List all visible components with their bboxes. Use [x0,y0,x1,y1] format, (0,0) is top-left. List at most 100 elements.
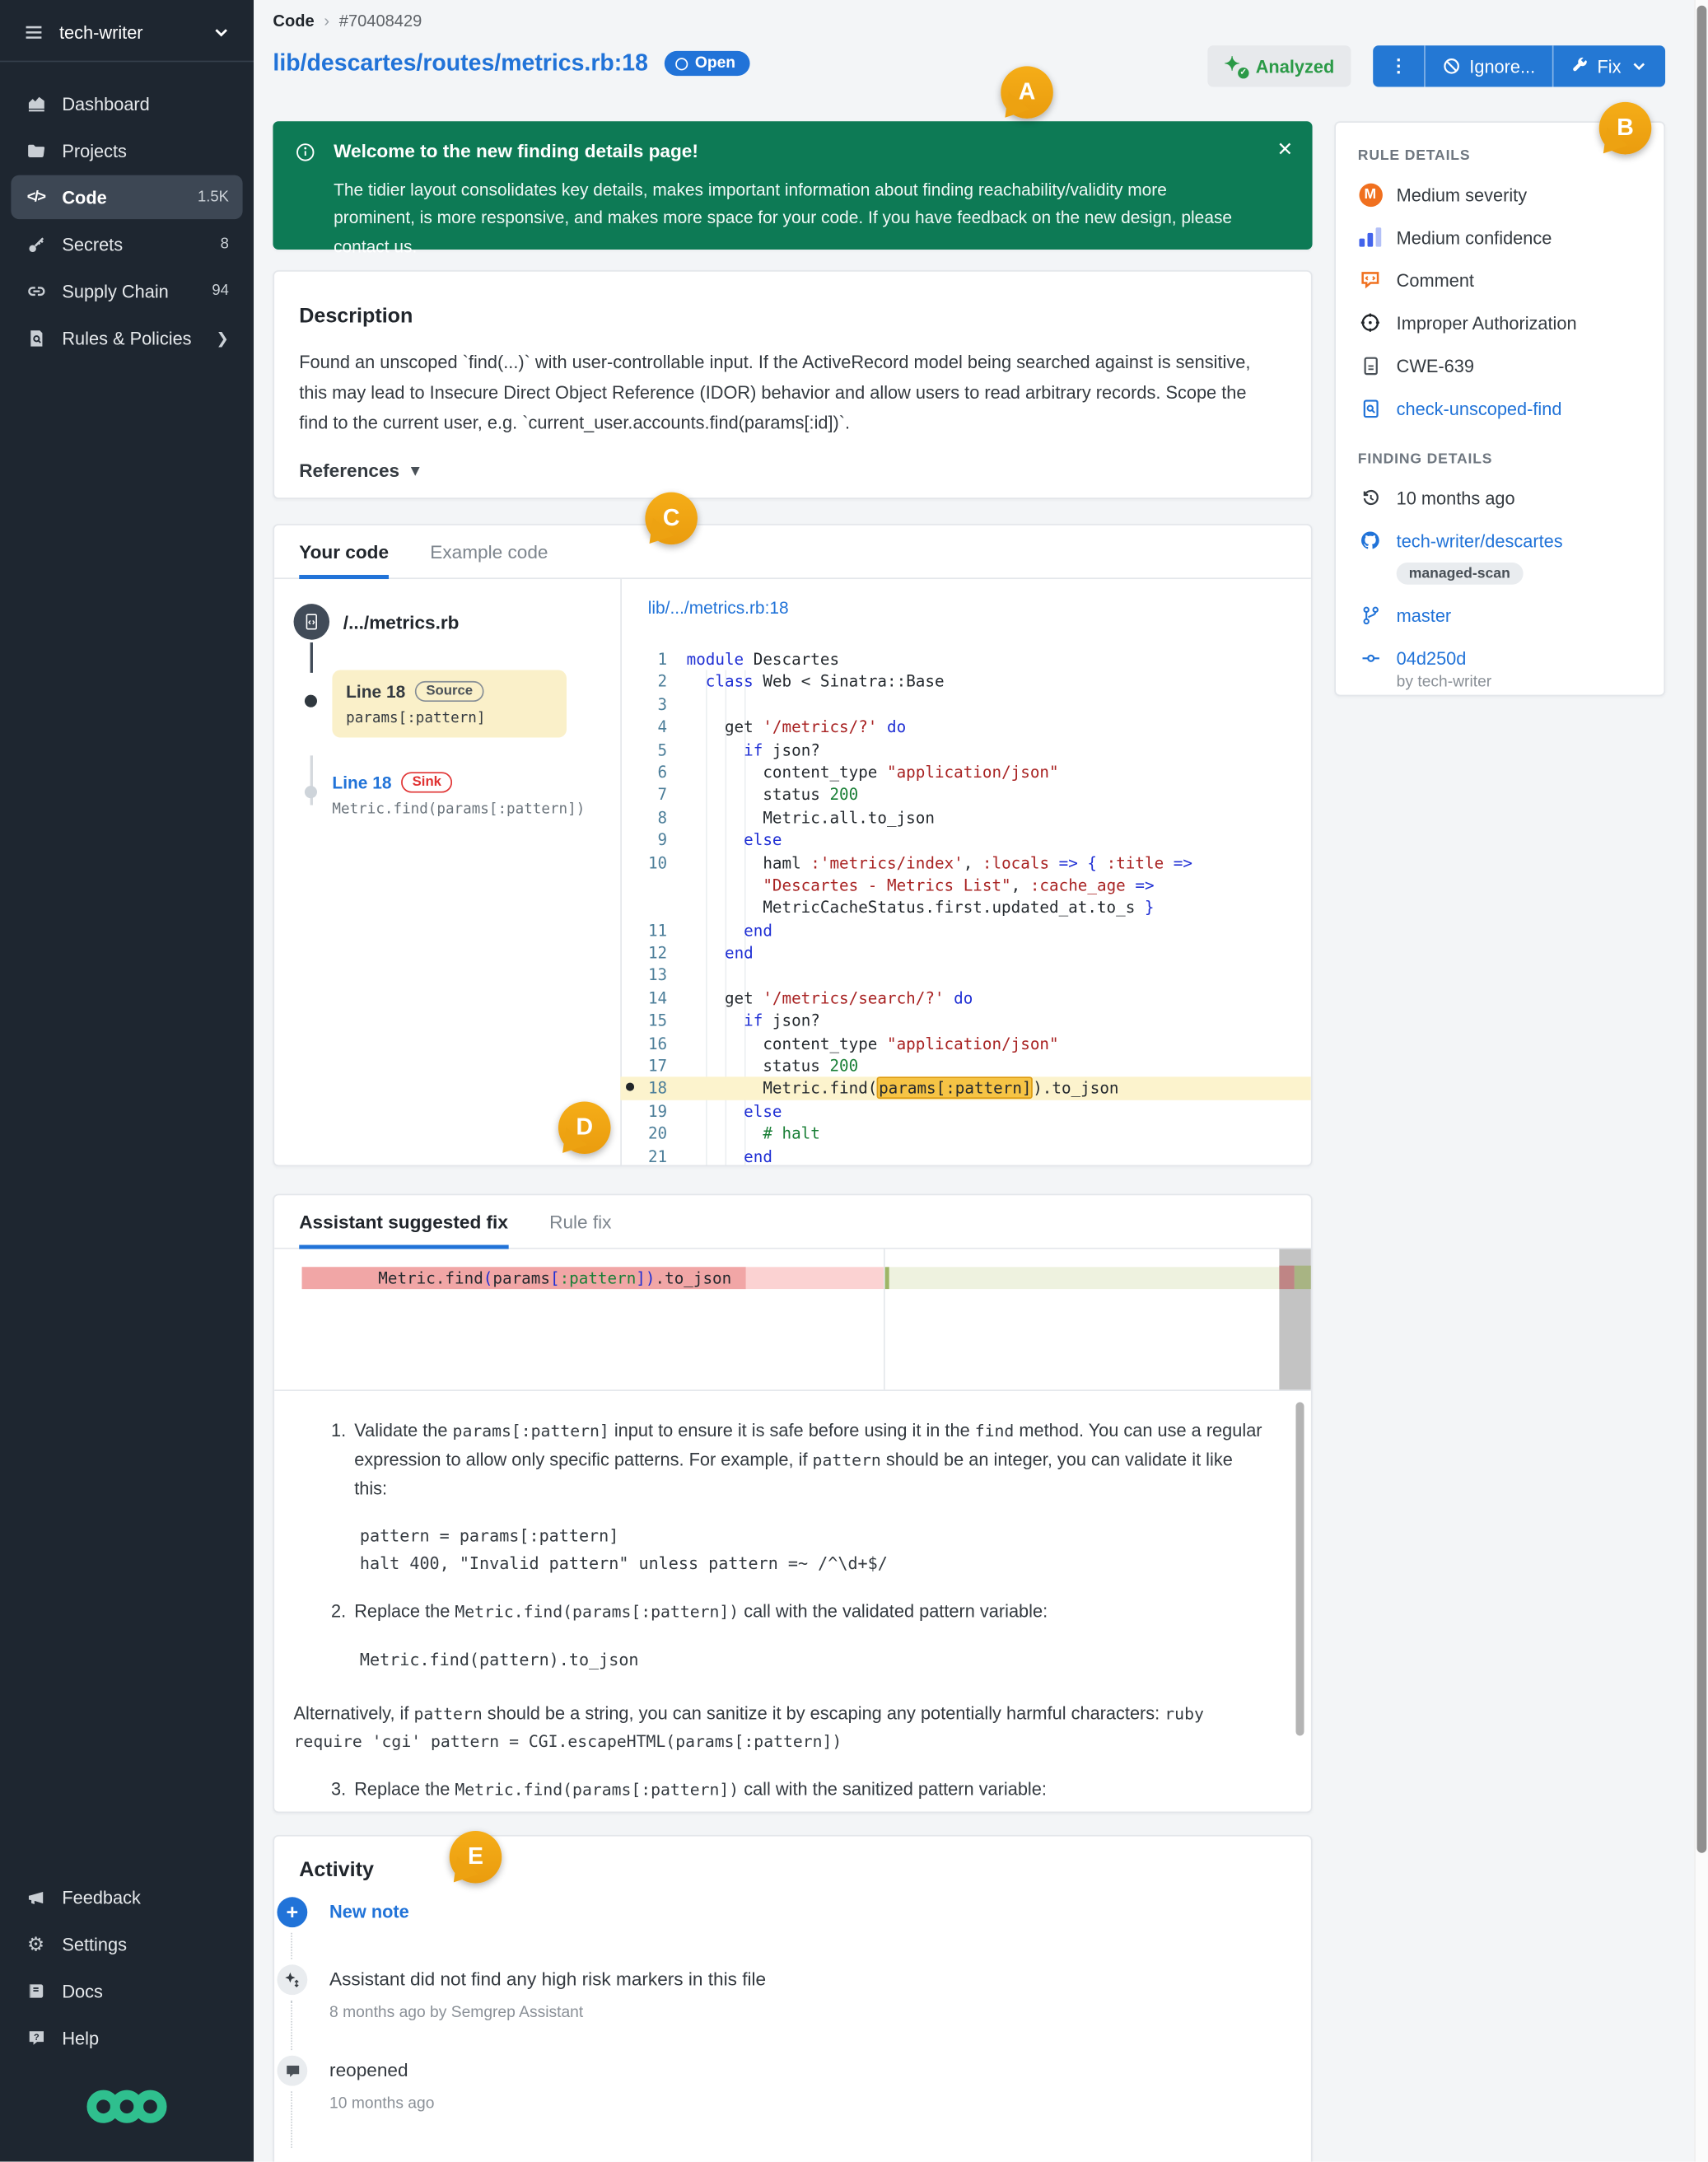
sidebar-item-label: Help [62,2027,99,2048]
code-line: 5 if json? [620,738,1311,760]
sidebar-item-label: Docs [62,1981,103,2001]
code-line: 6 content_type "application/json" [620,761,1311,783]
analyzed-button[interactable]: ✦✓ Analyzed [1207,45,1351,86]
code-line: 16 content_type "application/json" [620,1032,1311,1054]
breadcrumb-section[interactable]: Code [273,11,314,30]
sidebar-item-docs[interactable]: Docs [11,1968,242,2013]
timeline-connector [291,2001,292,2050]
plus-icon[interactable]: + [277,1897,307,1927]
diff-minimap[interactable] [1279,1249,1310,1390]
timeline-dot [305,786,317,798]
code-line: 2 class Web < Sinatra::Base [620,670,1311,693]
confidence-bars-icon [1359,227,1381,246]
banner-body: The tidier layout consolidates key detai… [334,176,1238,260]
sidebar-item-count: 8 [221,236,229,252]
rule-detail-check-unscoped-find[interactable]: check-unscoped-find [1358,395,1642,420]
description-card: Description Found an unscoped `find(...)… [273,270,1312,499]
file-icon [294,604,330,640]
line-content: module Descartes [667,648,839,670]
diff-added-row [885,1267,1280,1289]
sidebar-item-projects[interactable]: Projects [11,128,242,173]
line-content: content_type "application/json" [667,761,1058,783]
tab-assistant-fix[interactable]: Assistant suggested fix [299,1195,508,1248]
branch-link[interactable]: master [1358,602,1642,627]
page-title[interactable]: lib/descartes/routes/metrics.rb:18 [273,49,648,77]
scrollbar-thumb[interactable] [1697,6,1707,1853]
breadcrumb-separator: › [324,11,329,30]
fix-instruction-text: Validate the params[:pattern] input to e… [354,1417,1267,1503]
sidebar-item-help[interactable]: ?Help [11,2015,242,2060]
rule-detail-label: check-unscoped-find [1397,398,1562,418]
timeline-connector [291,2091,292,2148]
fix-instruction-number: 3. [319,1776,346,1805]
activity-entry-meta: 8 months ago by Semgrep Assistant [329,2005,583,2021]
annotation-marker-d: D [558,1101,611,1154]
fix-button[interactable]: Fix [1552,45,1665,86]
page-scrollbar[interactable] [1694,0,1708,2162]
hamburger-icon[interactable] [22,21,44,43]
tab-your-code[interactable]: Your code [299,525,389,578]
activity-entry-title: Assistant did not find any high risk mar… [329,1968,766,1989]
source-step[interactable]: Line 18 Source params[:pattern] [332,670,567,738]
repo-link[interactable]: tech-writer/descartes [1358,528,1642,553]
settings-gear-icon: ⚙ [25,1933,47,1955]
sidebar-item-code[interactable]: </>Code1.5K [11,175,242,220]
line-number: 15 [620,1010,667,1032]
line-number: 8 [620,806,667,829]
line-number: 13 [620,964,667,987]
references-toggle[interactable]: References ▼ [299,461,1286,482]
tab-example-code[interactable]: Example code [430,525,548,578]
commit-link[interactable]: 04d250d [1358,645,1642,670]
sidebar-item-rules-policies[interactable]: Rules & Policies❯ [11,315,242,360]
tab-rule-fix[interactable]: Rule fix [549,1195,611,1248]
line-number: 19 [620,1100,667,1122]
rule-detail-comment: Comment [1358,268,1642,292]
line-content: class Web < Sinatra::Base [667,670,944,693]
fix-scrollbar[interactable] [1295,1402,1304,1735]
managed-scan-badge: managed-scan [1397,563,1523,585]
more-actions-button[interactable]: ⋮ [1373,45,1424,86]
status-badge[interactable]: Open [665,51,749,76]
line-content: else [667,1100,782,1122]
org-switcher[interactable]: tech-writer [0,0,254,61]
code-line: 7 status 200 [620,783,1311,805]
sidebar-item-secrets[interactable]: Secrets8 [11,222,242,266]
sidebar: tech-writer DashboardProjects</>Code1.5K… [0,0,254,2162]
sidebar-divider [0,61,254,63]
chevron-down-icon [1630,57,1649,76]
code-file-link[interactable]: lib/.../metrics.rb:18 [620,579,788,618]
sidebar-item-count: 1.5K [198,189,229,205]
sidebar-item-settings[interactable]: ⚙ Settings [11,1922,242,1966]
sidebar-item-label: Rules & Policies [62,328,191,348]
sidebar-item-label: Settings [62,1934,127,1954]
code-line: 21 end [620,1145,1311,1165]
breadcrumb-finding-id: #70408429 [339,11,422,30]
ignore-button[interactable]: Ignore... [1424,45,1552,86]
ban-icon [1442,57,1461,76]
line-number: 3 [620,693,667,716]
line-number: 7 [620,783,667,805]
close-icon[interactable]: ✕ [1276,138,1293,161]
sidebar-item-count: 94 [212,283,229,299]
line-content: haml :'metrics/index', :locals => { :tit… [667,852,1192,874]
line-number: 20 [620,1123,667,1145]
org-name: tech-writer [59,21,194,42]
line-number: 21 [620,1145,667,1165]
sidebar-item-feedback[interactable]: Feedback [11,1875,242,1920]
new-note-link[interactable]: New note [329,1901,409,1922]
sidebar-item-dashboard[interactable]: Dashboard [11,82,242,126]
sidebar-item-supply-chain[interactable]: Supply Chain94 [11,268,242,313]
diff-removed-row: Metric.find(params[:pattern]).to_json [302,1267,884,1289]
timeline-dot [305,695,317,707]
line-content: "Descartes - Metrics List", :cache_age =… [667,874,1154,896]
action-button-group: ⋮ Ignore... Fix [1373,45,1665,86]
line-content: Metric.find(params[:pattern]).to_json [667,1077,1118,1100]
finding-age: 10 months ago [1358,485,1642,510]
line-content: MetricCacheStatus.first.updated_at.to_s … [667,897,1154,919]
activity-card: Activity +New noteAssistant did not find… [273,1835,1312,2162]
confidence-bars-icon [1358,225,1383,250]
code-viewer: lib/.../metrics.rb:18 1module Descartes2… [620,579,1311,1165]
fix-instructions: 1.Validate the params[:pattern] input to… [274,1389,1311,1811]
sink-step[interactable]: Line 18 Sink Metric.find(params[:pattern… [332,772,567,817]
chevron-down-icon [209,21,231,43]
